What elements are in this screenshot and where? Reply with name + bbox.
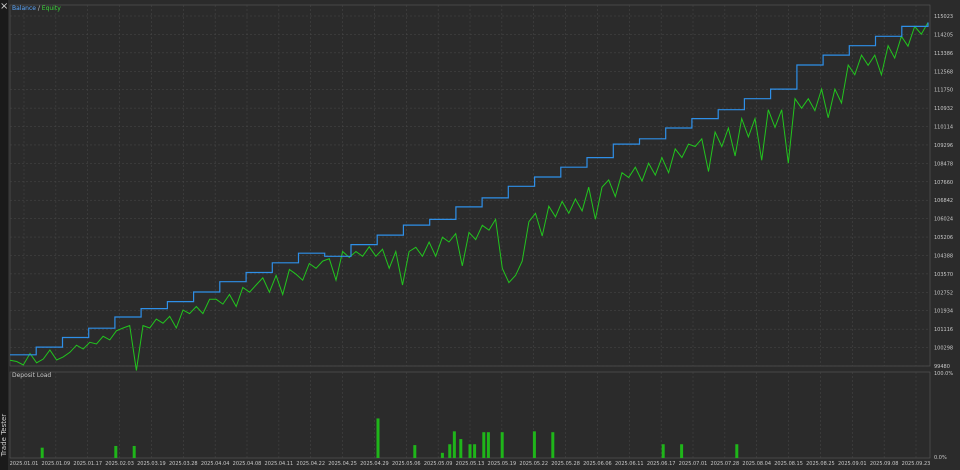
x-tick-label: 2025.04.22 (296, 461, 325, 467)
y-tick-label: 103570 (934, 272, 953, 278)
x-tick-label: 2025.04.08 (233, 461, 262, 467)
deposit-load-bar (500, 432, 504, 458)
y-tick-label: 106024 (934, 217, 953, 223)
y-tick-label: 99480 (934, 364, 950, 370)
x-tick-label: 2025.09.08 (870, 461, 899, 467)
y-tick-label: 101934 (934, 309, 953, 315)
y-tick-label: 114205 (934, 32, 953, 38)
x-tick-label: 2025.05.09 (424, 461, 453, 467)
balance-equity-chart: Balance / Equity 115023 114205 113386 11256… (8, 0, 960, 470)
x-tick-label: 2025.06.17 (647, 461, 676, 467)
x-tick-label: 2025.07.28 (711, 461, 740, 467)
deposit-load-bar (413, 445, 417, 458)
x-tick-label: 2025.05.06 (392, 461, 421, 467)
trade-tester-window: × Trade Tester Balance / Equity 115023 11… (0, 0, 960, 470)
deposit-load-title: Deposit Load (12, 372, 51, 379)
x-tick-label: 2025.06.11 (615, 461, 644, 467)
y-tick-label: 104388 (934, 253, 953, 259)
legend-equity: Equity (42, 5, 61, 12)
deposit-load-bar (440, 452, 444, 458)
deposit-load-bar (468, 444, 472, 458)
y-tick-label: 101116 (934, 327, 953, 333)
close-icon[interactable]: × (0, 2, 8, 12)
deposit-load-bar (532, 431, 536, 458)
y-tick-label: 112568 (934, 69, 953, 75)
x-tick-label: 2025.05.28 (551, 461, 580, 467)
side-panel-tab[interactable]: × Trade Tester (0, 0, 8, 470)
x-tick-label: 2025.04.04 (201, 461, 230, 467)
x-tick-label: 2025.04.11 (265, 461, 294, 467)
x-tick-label: 2025.09.23 (902, 461, 931, 467)
y-tick-label: 108478 (934, 161, 953, 167)
deposit-load-bar (680, 444, 684, 458)
deposit-load-bar (482, 432, 486, 458)
load-min-label: 0.0% (934, 455, 947, 461)
deposit-load-bar (735, 444, 739, 458)
x-tick-label: 2025.05.22 (519, 461, 548, 467)
y-tick-label: 100298 (934, 346, 953, 352)
deposit-load-bar (473, 444, 477, 458)
legend-text: Balance / Equity (12, 5, 61, 12)
x-tick-label: 2025.07.01 (679, 461, 708, 467)
y-tick-label: 102752 (934, 290, 953, 296)
deposit-load-bar (452, 431, 456, 458)
x-tick-label: 2025.08.25 (806, 461, 835, 467)
x-tick-label: 2025.09.01 (838, 461, 867, 467)
y-tick-label: 109296 (934, 143, 953, 149)
deposit-load-bar (114, 445, 118, 458)
load-max-label: 100.0% (934, 371, 953, 377)
x-tick-label: 2025.02.03 (105, 461, 134, 467)
x-tick-label: 2025.04.25 (328, 461, 357, 467)
x-tick-label: 2025.03.19 (137, 461, 166, 467)
y-tick-label: 111750 (934, 88, 953, 94)
chart-background (8, 0, 960, 470)
x-tick-label: 2025.08.15 (774, 461, 803, 467)
y-tick-label: 107660 (934, 180, 953, 186)
x-tick-label: 2025.01.01 (10, 461, 39, 467)
y-tick-label: 106842 (934, 198, 953, 204)
deposit-load-bar (448, 444, 452, 458)
y-tick-label: 115023 (934, 14, 953, 20)
deposit-load-bar (376, 418, 380, 458)
deposit-load-bar (661, 444, 665, 458)
x-tick-label: 2025.06.06 (583, 461, 612, 467)
chart-legend: Balance / Equity (12, 5, 61, 12)
deposit-load-bar (459, 439, 463, 458)
x-tick-label: 2025.01.09 (42, 461, 71, 467)
deposit-load-bar (551, 432, 555, 458)
y-tick-label: 105206 (934, 235, 953, 241)
y-tick-label: 110932 (934, 106, 953, 112)
x-tick-label: 2025.04.29 (360, 461, 389, 467)
x-tick-label: 2025.03.28 (169, 461, 198, 467)
y-tick-label: 110114 (934, 125, 953, 131)
deposit-load-bar (486, 432, 490, 458)
x-tick-label: 2025.01.17 (73, 461, 102, 467)
x-tick-label: 2025.05.19 (488, 461, 517, 467)
x-tick-label: 2025.05.13 (456, 461, 485, 467)
date-axis: 2025.01.01 2025.01.09 2025.01.17 2025.02.03… (10, 461, 931, 467)
deposit-load-bar (132, 445, 136, 458)
legend-balance: Balance (12, 5, 36, 12)
x-tick-label: 2025.08.04 (742, 461, 771, 467)
y-tick-label: 113386 (934, 51, 953, 57)
deposit-load-bar (40, 447, 44, 458)
